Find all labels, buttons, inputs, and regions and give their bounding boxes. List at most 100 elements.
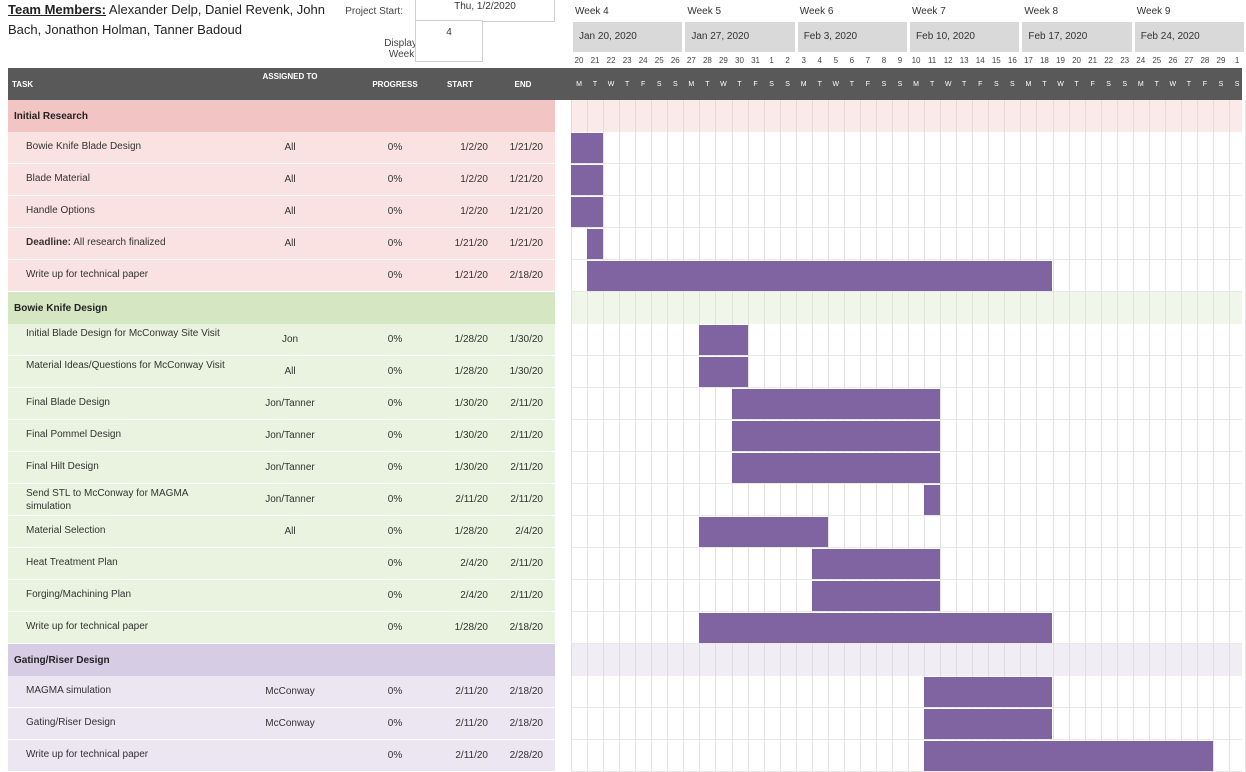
day-of-week: T	[817, 81, 822, 88]
task-name: Material Selection	[26, 525, 106, 536]
gantt-bar	[924, 709, 1053, 739]
task-end: 2/4/20	[515, 526, 543, 537]
display-week-input[interactable]: 4	[415, 20, 483, 62]
header-start: START	[446, 80, 474, 89]
task-progress: 0%	[387, 206, 403, 217]
day-number: 26	[1168, 56, 1178, 65]
phase-title: Initial Research	[14, 111, 88, 122]
day-number: 2	[785, 56, 790, 65]
gantt-bar	[731, 389, 941, 419]
grid-row-divider	[571, 451, 1242, 452]
grid-row-divider	[571, 259, 1242, 260]
team-members: Team Members: Alexander Delp, Daniel Rev…	[8, 0, 338, 40]
week-label: Week 8	[1024, 6, 1059, 17]
day-of-week: S	[1122, 81, 1128, 88]
task-end: 2/11/20	[510, 430, 543, 441]
task-end: 2/11/20	[510, 462, 543, 473]
day-number: 26	[670, 56, 680, 65]
project-start-value: Thu, 1/2/2020	[454, 1, 516, 12]
day-number: 27	[1184, 56, 1194, 65]
task-progress: 0%	[387, 622, 403, 633]
week-date-label: Feb 10, 2020	[916, 31, 975, 42]
day-of-week: W	[607, 81, 615, 88]
day-of-week: W	[720, 81, 727, 88]
task-name: Write up for technical paper	[26, 269, 149, 280]
project-start-input[interactable]: Thu, 1/2/2020	[415, 0, 555, 22]
task-progress: 0%	[387, 334, 403, 345]
phase-row-bg	[8, 100, 555, 132]
task-progress: 0%	[387, 750, 403, 761]
grid-row-divider	[571, 419, 1242, 420]
task-name-emphasis: Deadline:	[26, 237, 72, 248]
day-of-week: S	[1010, 81, 1015, 88]
task-end: 2/11/20	[510, 494, 543, 505]
phase-title: Gating/Riser Design	[14, 655, 110, 666]
week-date-label: Jan 20, 2020	[579, 31, 637, 42]
task-start: 2/11/20	[455, 718, 488, 729]
task-start: 2/11/20	[455, 494, 488, 505]
gantt-bar	[924, 485, 941, 515]
task-assigned: All	[284, 142, 296, 153]
task-end: 2/11/20	[510, 398, 543, 409]
day-number: 1	[1234, 56, 1240, 65]
grid-row-divider	[571, 611, 1242, 612]
day-number: 13	[959, 56, 969, 65]
day-number: 18	[1039, 56, 1049, 65]
task-name: Final Blade Design	[26, 397, 110, 408]
task-name: Handle Options	[26, 205, 95, 216]
day-of-week: S	[1218, 81, 1224, 88]
task-assigned: Jon/Tanner	[265, 430, 315, 441]
task-progress: 0%	[387, 142, 403, 153]
task-progress: 0%	[387, 686, 403, 697]
day-of-week: F	[865, 81, 871, 88]
task-name: Deadline: All research finalized	[26, 237, 166, 248]
week-label: Week 6	[799, 6, 834, 17]
day-number: 24	[1136, 56, 1146, 65]
day-number: 19	[1056, 56, 1065, 65]
day-of-week: S	[656, 81, 662, 88]
day-number: 1	[769, 56, 774, 65]
day-of-week: T	[962, 81, 967, 88]
gantt-bar	[731, 453, 941, 483]
day-number: 28	[1200, 56, 1210, 65]
day-of-week: T	[705, 81, 710, 88]
day-number: 16	[1007, 56, 1017, 65]
task-start: 1/2/20	[460, 142, 488, 153]
task-progress: 0%	[387, 174, 403, 185]
display-week-label: Display Week:	[384, 38, 417, 60]
day-of-week: S	[672, 81, 678, 88]
day-number: 25	[1152, 56, 1162, 65]
day-of-week: F	[753, 81, 758, 88]
day-number: 10	[911, 56, 921, 65]
task-assigned: Jon	[281, 334, 299, 345]
task-end: 2/18/20	[509, 270, 543, 281]
week-label: Week 7	[912, 6, 946, 17]
week-date-label: Feb 3, 2020	[803, 31, 858, 42]
day-number: 14	[975, 56, 985, 65]
day-of-week: T	[1074, 81, 1079, 88]
task-end: 1/21/20	[509, 206, 543, 217]
day-number: 25	[654, 56, 664, 65]
task-start: 1/2/20	[460, 206, 488, 217]
task-end: 2/18/20	[509, 686, 543, 697]
day-of-week: S	[897, 81, 903, 88]
task-progress: 0%	[387, 526, 403, 537]
header-progress: PROGRESS	[372, 80, 418, 89]
day-of-week: T	[1186, 81, 1192, 88]
day-number: 21	[590, 56, 600, 65]
task-name: Final Pommel Design	[26, 429, 122, 440]
task-name: Send STL to McConway for MAGMA simulatio…	[26, 488, 188, 512]
day-of-week: T	[625, 81, 630, 88]
day-of-week: S	[1234, 81, 1240, 88]
phase-row-gantt-bg	[571, 292, 1242, 324]
gantt-bar	[811, 549, 941, 579]
task-name: Material Ideas/Questions for McConway Vi…	[26, 360, 225, 371]
task-start: 1/28/20	[454, 366, 488, 377]
day-of-week: S	[769, 81, 774, 88]
task-end: 1/30/20	[509, 334, 543, 345]
day-of-week: F	[978, 81, 983, 88]
day-number: 8	[881, 56, 887, 65]
day-number: 30	[735, 56, 744, 65]
task-start: 1/28/20	[454, 526, 488, 537]
phase-row-gantt-bg	[571, 644, 1242, 676]
